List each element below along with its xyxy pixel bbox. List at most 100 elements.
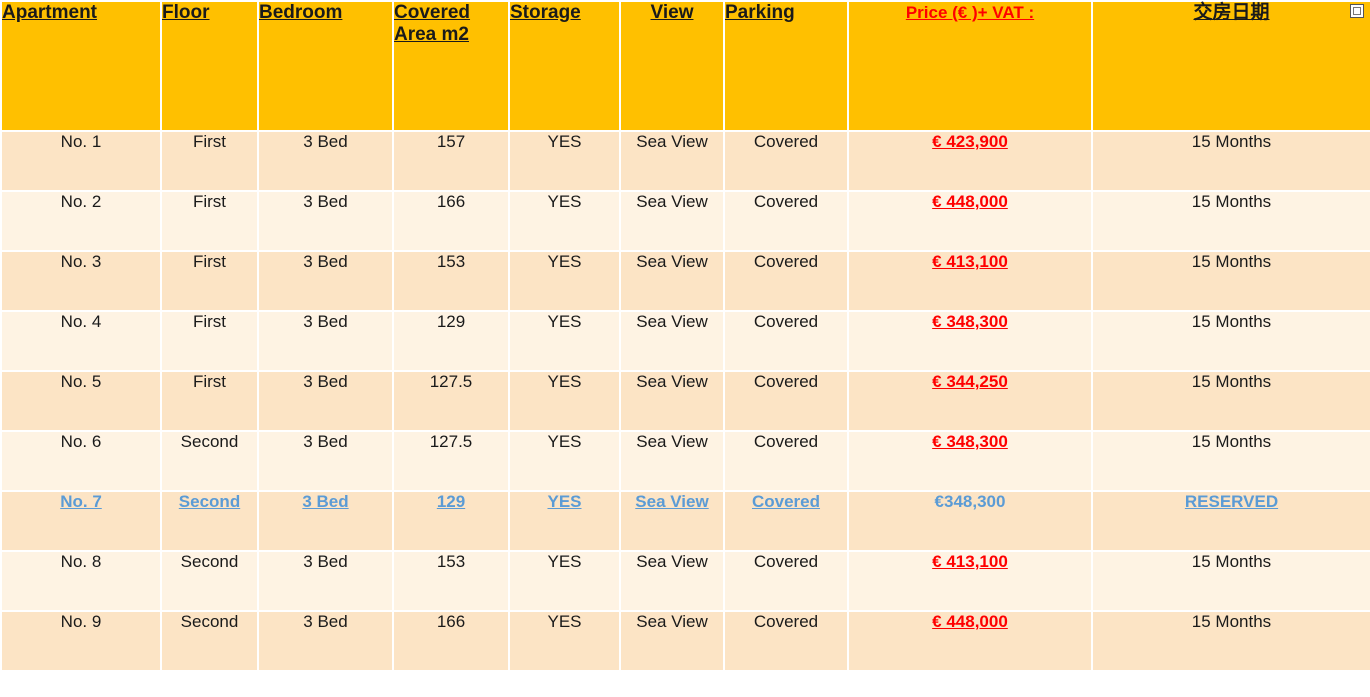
header-storage: Storage xyxy=(508,0,621,132)
cell-apartment: No. 6 xyxy=(0,430,162,492)
cell-storage: YES xyxy=(508,610,621,672)
table-row: No. 1 First 3 Bed 157 YES Sea View Cover… xyxy=(0,130,1370,192)
cell-bedroom: 3 Bed xyxy=(257,610,394,672)
cell-floor: Second xyxy=(160,610,259,672)
cell-handover: 15 Months xyxy=(1091,550,1370,612)
cell-handover: 15 Months xyxy=(1091,190,1370,252)
cell-apartment: No. 5 xyxy=(0,370,162,432)
cell-storage-link[interactable]: YES xyxy=(508,490,621,552)
cell-view: Sea View xyxy=(619,130,725,192)
cell-view: Sea View xyxy=(619,190,725,252)
cell-price-link[interactable]: € 413,100 xyxy=(847,250,1093,312)
header-view: View xyxy=(619,0,725,132)
cell-parking: Covered xyxy=(723,610,849,672)
cell-apartment: No. 9 xyxy=(0,610,162,672)
cell-bedroom-link[interactable]: 3 Bed xyxy=(257,490,394,552)
cell-floor: First xyxy=(160,190,259,252)
table-row: No. 8 Second 3 Bed 153 YES Sea View Cove… xyxy=(0,550,1370,612)
cell-storage: YES xyxy=(508,250,621,312)
table-row: No. 3 First 3 Bed 153 YES Sea View Cover… xyxy=(0,250,1370,312)
cell-parking: Covered xyxy=(723,550,849,612)
cell-apartment-link[interactable]: No. 7 xyxy=(0,490,162,552)
cell-parking: Covered xyxy=(723,190,849,252)
table-row: No. 4 First 3 Bed 129 YES Sea View Cover… xyxy=(0,310,1370,372)
cell-area: 153 xyxy=(392,550,510,612)
cell-bedroom: 3 Bed xyxy=(257,130,394,192)
table-row-reserved: No. 7 Second 3 Bed 129 YES Sea View Cove… xyxy=(0,490,1370,552)
image-placeholder-icon[interactable] xyxy=(1350,4,1364,18)
cell-handover: 15 Months xyxy=(1091,370,1370,432)
cell-price-link[interactable]: € 413,100 xyxy=(847,550,1093,612)
cell-bedroom: 3 Bed xyxy=(257,430,394,492)
header-covered-area: Covered Area m2 xyxy=(392,0,510,132)
cell-price-link[interactable]: € 348,300 xyxy=(847,430,1093,492)
cell-area: 157 xyxy=(392,130,510,192)
table-row: No. 9 Second 3 Bed 166 YES Sea View Cove… xyxy=(0,610,1370,672)
cell-price-link[interactable]: € 348,300 xyxy=(847,310,1093,372)
cell-apartment: No. 2 xyxy=(0,190,162,252)
cell-handover: 15 Months xyxy=(1091,430,1370,492)
cell-storage: YES xyxy=(508,130,621,192)
cell-storage: YES xyxy=(508,370,621,432)
cell-handover: 15 Months xyxy=(1091,130,1370,192)
table-row: No. 2 First 3 Bed 166 YES Sea View Cover… xyxy=(0,190,1370,252)
cell-view: Sea View xyxy=(619,310,725,372)
header-bedroom: Bedroom xyxy=(257,0,394,132)
cell-view: Sea View xyxy=(619,430,725,492)
cell-parking: Covered xyxy=(723,370,849,432)
cell-area-link[interactable]: 129 xyxy=(392,490,510,552)
cell-area: 166 xyxy=(392,610,510,672)
cell-price: €348,300 xyxy=(847,490,1093,552)
cell-parking: Covered xyxy=(723,310,849,372)
header-price: Price (€ )+ VAT : xyxy=(847,0,1093,132)
cell-view: Sea View xyxy=(619,550,725,612)
cell-handover: 15 Months xyxy=(1091,610,1370,672)
cell-area: 127.5 xyxy=(392,430,510,492)
cell-parking: Covered xyxy=(723,130,849,192)
cell-floor-link[interactable]: Second xyxy=(160,490,259,552)
cell-storage: YES xyxy=(508,190,621,252)
table-row: No. 5 First 3 Bed 127.5 YES Sea View Cov… xyxy=(0,370,1370,432)
cell-bedroom: 3 Bed xyxy=(257,550,394,612)
cell-floor: Second xyxy=(160,550,259,612)
cell-view: Sea View xyxy=(619,370,725,432)
cell-parking-link[interactable]: Covered xyxy=(723,490,849,552)
cell-area: 153 xyxy=(392,250,510,312)
cell-area: 166 xyxy=(392,190,510,252)
cell-bedroom: 3 Bed xyxy=(257,310,394,372)
cell-floor: Second xyxy=(160,430,259,492)
table-row: No. 6 Second 3 Bed 127.5 YES Sea View Co… xyxy=(0,430,1370,492)
cell-price-link[interactable]: € 448,000 xyxy=(847,190,1093,252)
header-handover-date: 交房日期 xyxy=(1091,0,1370,132)
cell-handover: 15 Months xyxy=(1091,250,1370,312)
cell-floor: First xyxy=(160,370,259,432)
header-apartment: Apartment xyxy=(0,0,162,132)
cell-price-link[interactable]: € 448,000 xyxy=(847,610,1093,672)
cell-storage: YES xyxy=(508,310,621,372)
cell-apartment: No. 1 xyxy=(0,130,162,192)
cell-price-link[interactable]: € 344,250 xyxy=(847,370,1093,432)
cell-parking: Covered xyxy=(723,430,849,492)
apartment-price-table: Apartment Floor Bedroom Covered Area m2 … xyxy=(0,0,1370,672)
cell-floor: First xyxy=(160,310,259,372)
cell-apartment: No. 8 xyxy=(0,550,162,612)
cell-price-link[interactable]: € 423,900 xyxy=(847,130,1093,192)
cell-view-link[interactable]: Sea View xyxy=(619,490,725,552)
cell-apartment: No. 4 xyxy=(0,310,162,372)
cell-handover: 15 Months xyxy=(1091,310,1370,372)
cell-storage: YES xyxy=(508,550,621,612)
cell-area: 129 xyxy=(392,310,510,372)
cell-view: Sea View xyxy=(619,250,725,312)
cell-bedroom: 3 Bed xyxy=(257,250,394,312)
cell-view: Sea View xyxy=(619,610,725,672)
cell-reserved-link[interactable]: RESERVED xyxy=(1091,490,1370,552)
cell-bedroom: 3 Bed xyxy=(257,370,394,432)
header-row: Apartment Floor Bedroom Covered Area m2 … xyxy=(0,0,1370,132)
cell-parking: Covered xyxy=(723,250,849,312)
cell-floor: First xyxy=(160,250,259,312)
cell-area: 127.5 xyxy=(392,370,510,432)
cell-bedroom: 3 Bed xyxy=(257,190,394,252)
header-floor: Floor xyxy=(160,0,259,132)
cell-floor: First xyxy=(160,130,259,192)
cell-apartment: No. 3 xyxy=(0,250,162,312)
